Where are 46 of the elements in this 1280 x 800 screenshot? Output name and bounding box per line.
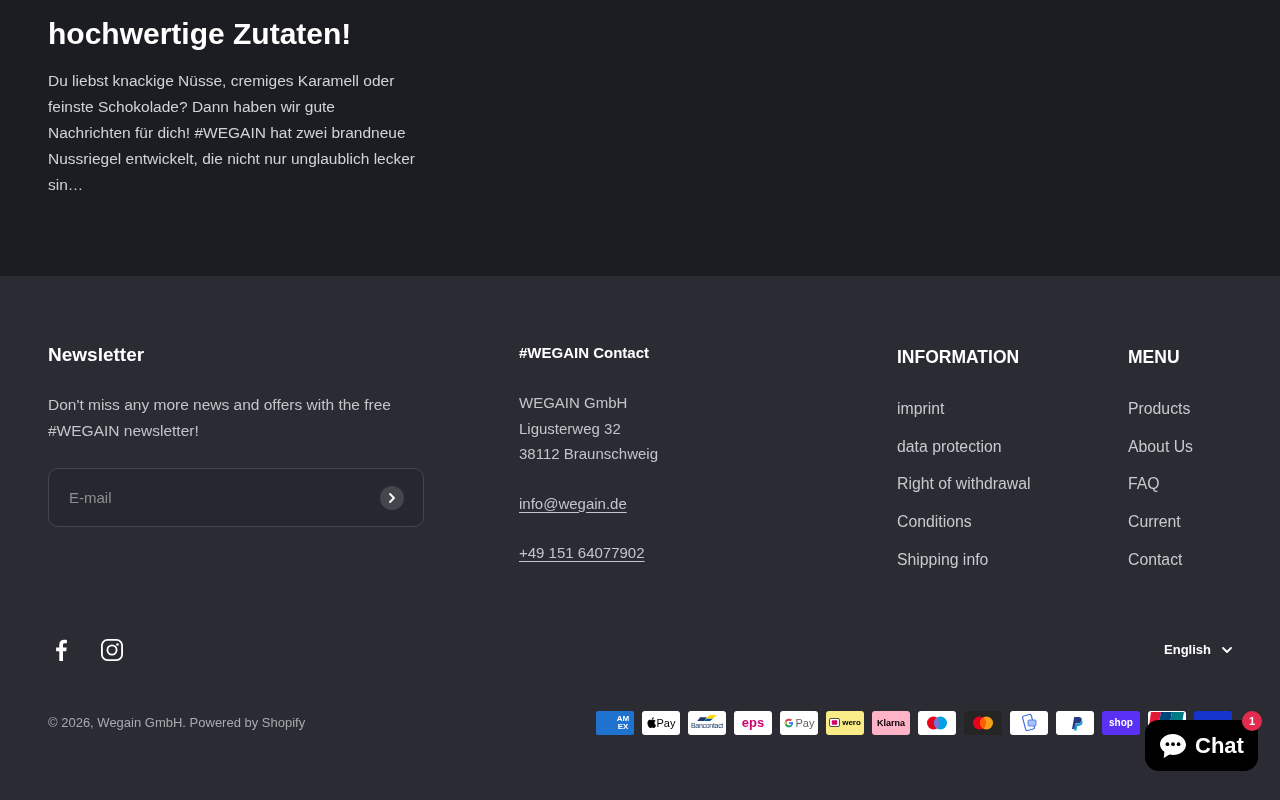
newsletter-title: Newsletter [48, 343, 146, 367]
apple-icon [646, 717, 656, 729]
google-g-icon [783, 717, 794, 728]
email-input[interactable]: E-mail [48, 468, 424, 527]
footer-link[interactable]: Right of withdrawal [897, 472, 1031, 497]
footer-link[interactable]: Conditions [897, 510, 972, 535]
email-link[interactable]: info@wegain.de [519, 490, 627, 516]
phone-card-icon [1010, 710, 1048, 735]
maestro-logo-icon [918, 710, 956, 735]
column-title: INFORMATION [897, 346, 1020, 369]
powered-by-link[interactable]: Powered by Shopify [189, 714, 306, 730]
amex-logo: AM EX [596, 710, 634, 735]
klarna-logo: Klarna [872, 710, 910, 735]
footer-link[interactable]: imprint [897, 397, 945, 421]
contact-title: #WEGAIN Contact [519, 343, 649, 363]
eps-logo: eps [734, 710, 772, 735]
footer-link[interactable]: data protection [897, 434, 1002, 459]
footer-link[interactable]: Shipping info [897, 547, 989, 572]
footer-link[interactable]: About Us [1128, 434, 1193, 459]
footer-link[interactable]: Products [1128, 397, 1191, 421]
footer-link[interactable]: Current [1128, 510, 1181, 535]
shop-pay-logo: shop [1102, 710, 1140, 735]
address-line: 38112 Braunschweig [519, 444, 658, 464]
mastercard-logo-icon [964, 710, 1002, 735]
address-line: Ligusterweg 32 [519, 418, 621, 439]
address-line: WEGAIN GmbH [519, 393, 628, 413]
chat-bubble-icon [1159, 732, 1188, 759]
copyright-text: © 2026, Wegain GmbH. Powered by Shopify [48, 713, 306, 732]
ideal-mark-icon [829, 718, 841, 728]
facebook-icon[interactable] [55, 638, 67, 661]
footer-link[interactable]: FAQ [1128, 472, 1160, 497]
chevron-right-icon [389, 492, 395, 503]
article-excerpt: Du liebst knackige Nüsse, cremiges Karamell oder feinste Schokolade? Dann haben wir gute Nachrichten für dich! #WEGAIN hat zwei brandneue Nussriegel entwickelt, die nicht nur unglaublich lecker sin… [48, 71, 417, 195]
column-title: MENU [1128, 346, 1180, 369]
chevron-down-icon [1222, 646, 1232, 653]
language-selector[interactable]: English [1164, 640, 1232, 660]
phone-link[interactable]: +49 151 64077902 [519, 539, 645, 565]
paypal-logo-icon [1056, 710, 1094, 735]
instagram-icon[interactable] [101, 638, 123, 661]
bancontact-mark-icon [697, 715, 717, 722]
apple-pay-text: Pay [656, 716, 676, 729]
article-title[interactable]: hochwertige Zutaten! [48, 15, 352, 52]
footer-link[interactable]: Contact [1128, 547, 1183, 572]
wero-text: wero [842, 718, 861, 728]
newsletter-text: Don't miss any more news and offers with the free #WEGAIN newsletter! [48, 395, 392, 441]
google-pay-text: Pay [795, 716, 815, 729]
